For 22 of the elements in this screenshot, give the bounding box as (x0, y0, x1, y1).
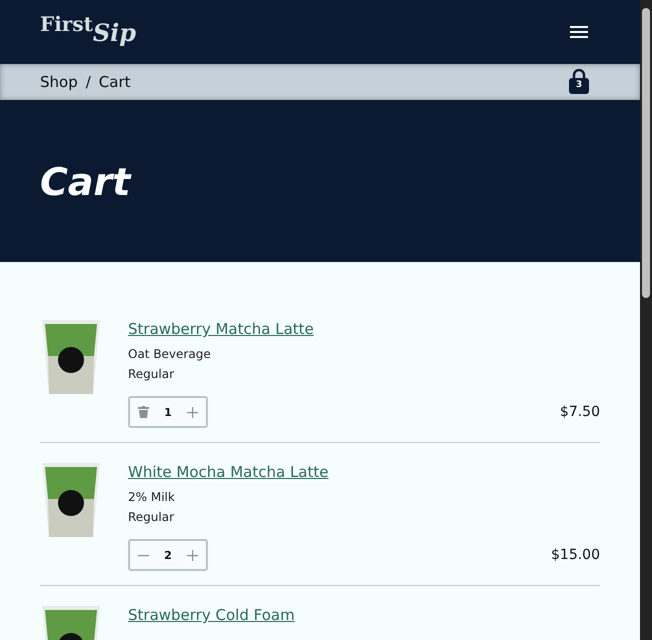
cart-count: 3 (574, 80, 584, 90)
plus-icon[interactable] (187, 406, 198, 418)
quantity-value: 1 (164, 406, 172, 418)
product-option: Regular (128, 364, 600, 384)
menu-icon[interactable] (570, 25, 588, 39)
item-price: $7.50 (560, 404, 600, 420)
page-title: Cart (40, 160, 130, 204)
plus-icon[interactable] (187, 550, 198, 560)
product-option: Oat Beverage (128, 344, 600, 364)
product-link[interactable]: White Mocha Matcha Latte (128, 463, 600, 481)
quantity-value: 2 (164, 548, 172, 562)
product-link[interactable]: Strawberry Matcha Latte (128, 320, 600, 338)
product-option: Regular (128, 507, 600, 527)
scrollbar-thumb[interactable] (642, 8, 650, 298)
product-link[interactable]: Strawberry Cold Foam (128, 606, 600, 624)
breadcrumb-separator: / (86, 73, 91, 91)
trash-icon[interactable] (138, 406, 149, 418)
scrollbar[interactable] (640, 0, 652, 640)
breadcrumb-link[interactable]: Cart (98, 73, 131, 91)
product-option: 2% Milk (128, 487, 600, 507)
item-price: $15.00 (551, 547, 600, 563)
breadcrumb-link[interactable]: Shop (40, 73, 78, 91)
